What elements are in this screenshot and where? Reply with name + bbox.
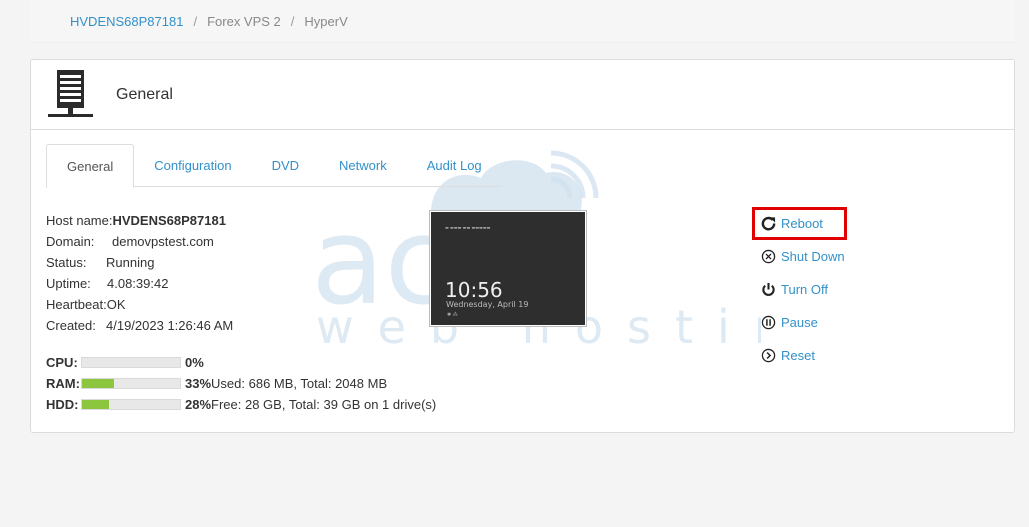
resource-usage: CPU: 0% RAM: 33% Used: 686 MB, Total: 20… [46,352,436,415]
usage-row-ram: RAM: 33% Used: 686 MB, Total: 2048 MB [46,373,436,394]
hdd-label: HDD: [46,397,79,412]
info-row-heartbeat: Heartbeat: OK [46,294,233,315]
info-row-created: Created: 4/19/2023 1:26:46 AM [46,315,233,336]
lock-screen-top-text: ▬ ▬▬▬ ▬▬ ▬▬▬▬▬ [445,225,491,230]
lock-screen-thumbnail: ▬ ▬▬▬ ▬▬ ▬▬▬▬▬ 10:56 Wednesday, April 19… [431,212,585,325]
pause-button[interactable]: Pause [760,306,845,339]
breadcrumb-item-product: Forex VPS 2 [207,13,281,29]
general-panel: General accu web hosting General Configu… [30,59,1015,433]
hdd-bar [81,399,181,410]
power-icon [762,282,775,296]
breadcrumb-item-current: HyperV [304,13,348,29]
turnoff-button[interactable]: Turn Off [760,273,845,306]
power-actions: Reboot Shut Down Turn Off Pause Reset [752,207,847,372]
reboot-icon [761,216,776,231]
tab-configuration[interactable]: Configuration [134,144,251,187]
breadcrumb-separator: / [193,13,198,29]
status-label: Status: [46,255,87,270]
pause-label: Pause [781,315,818,330]
info-row-uptime: Uptime: 4.08:39:42 [46,273,233,294]
ram-bar [81,378,181,389]
lock-screen-date: Wednesday, April 19 [446,300,529,309]
shutdown-button[interactable]: Shut Down [760,240,845,273]
reset-button[interactable]: Reset [760,339,845,372]
info-row-domain: Domain: demovpstest.com [46,231,233,252]
tab-general[interactable]: General [46,144,135,188]
breadcrumb: HVDENS68P87181 / Forex VPS 2 / HyperV [30,0,1015,43]
ram-detail: Used: 686 MB, Total: 2048 MB [211,376,388,391]
tab-bar: General Configuration DVD Network Audit … [46,144,502,188]
created-label: Created: [46,318,96,333]
info-row-hostname: Host name: HVDENS68P87181 [46,210,233,231]
shutdown-icon [761,249,776,264]
ram-label: RAM: [46,376,80,391]
lock-screen-clock: 10:56 [445,278,503,302]
hdd-percent: 28% [185,397,212,412]
usage-row-cpu: CPU: 0% [46,352,436,373]
status-value: Running [106,255,155,270]
reboot-label: Reboot [781,216,823,231]
cpu-percent: 0% [185,355,204,370]
usage-row-hdd: HDD: 28% Free: 28 GB, Total: 39 GB on 1 … [46,394,436,415]
ram-percent: 33% [185,376,212,391]
reset-label: Reset [781,348,815,363]
domain-value: demovpstest.com [112,234,214,249]
hdd-bar-fill [82,400,110,409]
chevron-right-circle-icon [761,348,776,363]
heartbeat-label: Heartbeat: [46,297,107,312]
uptime-value: 4.08:39:42 [107,276,169,291]
tab-dvd[interactable]: DVD [252,144,319,187]
hdd-detail: Free: 28 GB, Total: 39 GB on 1 drive(s) [211,397,437,412]
server-icon [48,69,93,120]
info-row-status: Status: Running [46,252,233,273]
cpu-bar [81,357,181,368]
tab-network[interactable]: Network [319,144,407,187]
pause-icon [761,315,776,330]
created-value: 4/19/2023 1:26:46 AM [106,318,234,333]
breadcrumb-item-server[interactable]: HVDENS68P87181 [70,14,183,29]
hostname-value: HVDENS68P87181 [112,213,226,228]
cpu-label: CPU: [46,355,78,370]
turnoff-label: Turn Off [781,282,828,297]
breadcrumb-separator: / [290,13,295,29]
hostname-label: Host name: [46,213,113,228]
shutdown-label: Shut Down [781,249,845,264]
vm-info: Host name: HVDENS68P87181 Domain: demovp… [46,210,233,336]
heartbeat-value: OK [106,297,126,312]
tab-audit-log[interactable]: Audit Log [407,144,502,187]
reboot-button[interactable]: Reboot [760,207,845,240]
ram-bar-fill [82,379,115,388]
lock-screen-status-icons: ✱ ⁂ [447,312,458,318]
uptime-label: Uptime: [46,276,91,291]
domain-label: Domain: [46,234,95,249]
vm-screen-preview[interactable]: ▬ ▬▬▬ ▬▬ ▬▬▬▬▬ 10:56 Wednesday, April 19… [429,210,587,327]
panel-title: General [116,85,173,103]
panel-header: General [31,60,1014,130]
